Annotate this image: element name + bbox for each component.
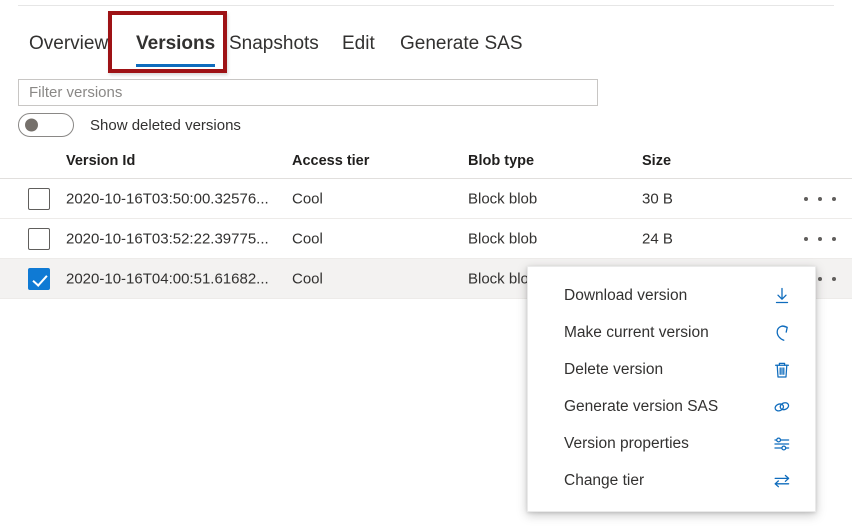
cell-size: 30 B xyxy=(642,190,673,207)
row-more-options-button[interactable] xyxy=(804,228,836,250)
show-deleted-versions-row: Show deleted versions xyxy=(18,113,241,137)
cell-blob-type: Block blob xyxy=(468,190,538,207)
tab-edit-label: Edit xyxy=(342,33,375,54)
row-checkbox[interactable] xyxy=(28,187,50,210)
cell-blob-type: Block blob xyxy=(468,230,538,247)
version-context-menu: Download version Make current version De… xyxy=(527,266,816,512)
cell-access-tier: Cool xyxy=(292,230,323,247)
column-header-access-tier[interactable]: Access tier xyxy=(292,153,369,169)
cell-version-id: 2020-10-16T04:00:51.61682... xyxy=(66,270,269,287)
download-icon xyxy=(771,285,793,307)
row-checkbox-checked[interactable] xyxy=(28,267,50,290)
link-chain-icon xyxy=(771,396,793,418)
tab-generate-sas[interactable]: Generate SAS xyxy=(400,26,523,58)
table-row[interactable]: 2020-10-16T03:50:00.32576... Cool Block … xyxy=(0,179,852,219)
column-header-version-id[interactable]: Version Id xyxy=(66,153,135,169)
menu-item-delete-version[interactable]: Delete version xyxy=(528,351,815,388)
row-checkbox[interactable] xyxy=(28,227,50,250)
table-header-row: Version Id Access tier Blob type Size xyxy=(0,147,852,179)
row-more-options-button[interactable] xyxy=(804,188,836,210)
tab-edit[interactable]: Edit xyxy=(342,26,375,58)
show-deleted-versions-toggle[interactable] xyxy=(18,113,74,137)
cell-size: 24 B xyxy=(642,230,673,247)
menu-item-version-properties-label: Version properties xyxy=(564,434,689,452)
tab-snapshots-label: Snapshots xyxy=(229,33,319,54)
tab-bar: Overview Versions Snapshots Edit Generat… xyxy=(0,22,852,68)
menu-item-generate-version-sas-label: Generate version SAS xyxy=(564,397,719,415)
menu-item-make-current-version-label: Make current version xyxy=(564,323,709,341)
tab-versions-label: Versions xyxy=(136,33,216,54)
menu-item-make-current-version[interactable]: Make current version xyxy=(528,314,815,351)
tab-overview-label: Overview xyxy=(29,33,109,54)
filter-versions-input[interactable] xyxy=(18,79,598,106)
column-header-blob-type[interactable]: Blob type xyxy=(468,153,534,169)
menu-item-change-tier[interactable]: Change tier xyxy=(528,462,815,499)
tab-versions[interactable]: Versions xyxy=(136,26,216,67)
menu-item-delete-version-label: Delete version xyxy=(564,360,664,378)
sliders-icon xyxy=(771,433,793,455)
swap-arrows-icon xyxy=(771,470,793,492)
trash-icon xyxy=(771,359,793,381)
tab-active-underline xyxy=(136,64,216,67)
cell-version-id: 2020-10-16T03:50:00.32576... xyxy=(66,190,269,207)
top-divider xyxy=(18,5,834,6)
toggle-knob xyxy=(25,118,38,132)
menu-item-change-tier-label: Change tier xyxy=(564,471,645,489)
menu-item-download-version[interactable]: Download version xyxy=(528,277,815,314)
cell-version-id: 2020-10-16T03:52:22.39775... xyxy=(66,230,269,247)
menu-item-version-properties[interactable]: Version properties xyxy=(528,425,815,462)
show-deleted-versions-label: Show deleted versions xyxy=(90,116,241,134)
tab-generate-sas-label: Generate SAS xyxy=(400,33,523,54)
menu-item-download-version-label: Download version xyxy=(564,286,688,304)
tab-snapshots[interactable]: Snapshots xyxy=(229,26,319,58)
redo-arrow-icon xyxy=(771,322,793,344)
blob-versions-page: Overview Versions Snapshots Edit Generat… xyxy=(0,0,852,528)
menu-item-generate-version-sas[interactable]: Generate version SAS xyxy=(528,388,815,425)
table-row[interactable]: 2020-10-16T03:52:22.39775... Cool Block … xyxy=(0,219,852,259)
column-header-size[interactable]: Size xyxy=(642,153,671,169)
cell-access-tier: Cool xyxy=(292,270,323,287)
cell-access-tier: Cool xyxy=(292,190,323,207)
tab-overview[interactable]: Overview xyxy=(29,26,108,58)
